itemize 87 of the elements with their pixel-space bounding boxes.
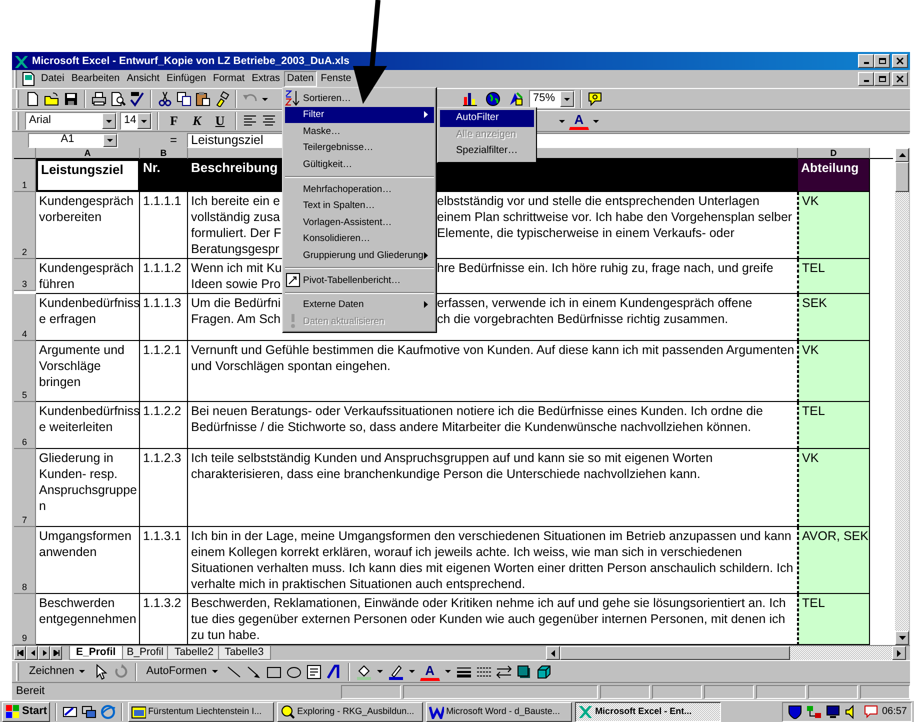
table-cell-text: elbstständig vor und stelle die entsprechenden Unterlagen einem Plan schrittweise vor. Ich habe den Vorgehensplan selber Elemente, die typischerweise in einem Verkaufs- oder xyxy=(437,193,792,242)
menu-item[interactable]: Text in Spalten… xyxy=(285,198,434,214)
taskbar-button[interactable]: Microsoft Word - d_Bauste... xyxy=(426,702,572,722)
start-button[interactable]: Start xyxy=(2,702,50,722)
table-cell-text: hre Bedürfnisse ein. Ich höre ruhig zu, frage nach, und greife xyxy=(437,260,774,277)
table-cell: 1.1.1.1 xyxy=(140,192,188,259)
table-cell: Bei neuen Beratungs- oder Verkaufssituationen notiere ich die Bedürfnisse eines Kunden. Ich ordne die Bedürfnisse / die Stichworte so, dass andere Mitarbeiter die Kundenwünsche nachvollziehen können. xyxy=(188,402,798,449)
table-cell: Kundenbedürfniss e weiterleiten xyxy=(36,402,140,449)
table-cell: AVOR, SEK xyxy=(798,527,870,594)
table-cell: Ich bin in der Lage, meine Umgangsformen den verschiedenen Situationen im Betrieb anzupassen und kann einem Kollegen korrekt erklären, worauf ich jeweils achte. Ich weiss, wie man sich in verschiedenen Situationen verhalten muss. Ich kann dies mit eigenen Worten einer dritten Person anschaulich schildern. Ich verhalte mich in praktischen Situationen auch entsprechend. xyxy=(188,527,798,594)
table-cell: 1.1.2.2 xyxy=(140,402,188,449)
menu-item[interactable]: Datei xyxy=(38,71,68,87)
window-title: Microsoft Excel - Entwurf_Kopie von LZ Betriebe_2003_DuA.xls xyxy=(32,54,350,68)
row-header[interactable]: 8 xyxy=(14,527,36,594)
menu-item[interactable]: AutoFilter xyxy=(440,110,534,126)
table-cell: Kundenbedürfniss e erfragen xyxy=(36,294,140,341)
table-cell: VK xyxy=(798,341,870,402)
menu-item[interactable]: Bearbeiten xyxy=(68,71,123,87)
font-color-button[interactable]: A xyxy=(569,112,589,130)
menu-item[interactable]: Vorlagen-Assistent… xyxy=(285,214,434,231)
table-cell-text: Um die Bedürfni Fragen. Am Sch xyxy=(190,295,282,328)
row-header[interactable]: 4 xyxy=(14,294,36,341)
underline-button[interactable]: U xyxy=(210,112,230,130)
row-header[interactable]: 1 xyxy=(14,159,36,192)
clock: 06:57 xyxy=(882,706,907,718)
table-cell: 1.1.2.3 xyxy=(140,449,188,527)
table-cell-text: erfassen, verwende ich in einem Kundengespräch offene ch die vorgebrachten Bedürfnisse richtig zusammen. xyxy=(437,295,752,328)
menu-item[interactable]: Extras xyxy=(248,71,284,87)
table-cell: TEL xyxy=(798,594,870,645)
draw-menu-button[interactable]: Zeichnen xyxy=(26,664,90,678)
italic-button[interactable]: K xyxy=(187,112,207,130)
row-header[interactable]: 6 xyxy=(14,402,36,449)
table-cell: 1.1.1.3 xyxy=(140,294,188,341)
taskbar-button[interactable]: Exploring - RKG_Ausbildun... xyxy=(277,702,424,722)
table-cell: Vernunft und Gefühle bestimmen die Kaufmotive von Kunden. Auf diese kann ich mit passenden Argumenten und Vorschlägen spontan eingehen. xyxy=(188,341,798,402)
font-size-field[interactable]: 14 xyxy=(120,112,152,130)
table-cell: VK xyxy=(798,192,870,259)
menu-item[interactable]: Einfügen xyxy=(164,71,210,87)
table-cell-text: Ich bereite ein e vollständig zusa formuliert. Der F Beratungsgespr xyxy=(190,193,282,258)
menu-item[interactable]: Externe Daten xyxy=(285,296,434,314)
menu-item[interactable]: Pivot-Tabellenbericht… xyxy=(285,272,434,289)
table-cell: 1.1.1.2 xyxy=(140,259,188,294)
table-cell: SEK xyxy=(798,294,870,341)
taskbar-button[interactable]: Microsoft Excel - Ent... xyxy=(575,702,722,722)
menu-item[interactable]: Gruppierung und Gliederung xyxy=(285,247,434,264)
taskbar-button[interactable]: Fürstentum Liechtenstein I... xyxy=(128,702,274,722)
table-cell: Kundengespräch führen xyxy=(36,259,140,294)
table-cell: TEL xyxy=(798,402,870,449)
menu-item[interactable]: Sortieren… xyxy=(285,90,434,107)
sheet-tab[interactable]: Tabelle2 xyxy=(167,646,221,660)
sheet-tab[interactable]: E_Profil xyxy=(69,646,123,660)
header-cell: Abteilung xyxy=(798,159,870,192)
menu-item[interactable]: Fenste xyxy=(318,71,354,87)
table-cell: TEL xyxy=(798,259,870,294)
table-cell: 1.1.2.1 xyxy=(140,341,188,402)
menu-item[interactable]: Konsolidieren… xyxy=(285,230,434,248)
menu-item[interactable]: Gültigkeit… xyxy=(285,156,434,173)
column-header[interactable]: B xyxy=(140,148,188,159)
header-cell: Leistungsziel xyxy=(36,159,140,192)
table-cell-text: Wenn ich mit Ku Ideen sowie Pro xyxy=(190,260,282,293)
status-text: Bereit xyxy=(16,684,45,698)
column-header[interactable]: A xyxy=(36,148,140,159)
row-header[interactable]: 7 xyxy=(14,449,36,527)
row-header[interactable]: 2 xyxy=(14,192,36,259)
equals-sign: = xyxy=(170,132,178,148)
font-field[interactable]: Arial xyxy=(25,112,117,130)
sheet-tab[interactable]: Tabelle3 xyxy=(218,646,271,660)
menu-item[interactable]: Format xyxy=(210,71,248,87)
column-header[interactable]: D xyxy=(798,148,870,159)
menu-item[interactable]: Filter xyxy=(285,106,434,124)
header-cell: Nr. xyxy=(140,159,188,192)
autoshapes-menu-button[interactable]: AutoFormen xyxy=(143,664,222,678)
menu-item[interactable]: Ansicht xyxy=(124,71,163,87)
table-cell: Umgangsformen anwenden xyxy=(36,527,140,594)
row-header[interactable]: 5 xyxy=(14,341,36,402)
bold-button[interactable]: F xyxy=(164,112,184,130)
zoom-field[interactable]: 75% xyxy=(529,90,575,108)
table-cell: Argumente und Vorschläge bringen xyxy=(36,341,140,402)
table-cell: VK xyxy=(798,449,870,527)
menu-item[interactable]: Daten xyxy=(284,71,317,87)
row-header[interactable]: 9 xyxy=(14,594,36,645)
row-header[interactable]: 3 xyxy=(14,259,36,291)
table-cell: Gliederung in Kunden- resp. Anspruchsgruppe n xyxy=(36,449,140,527)
table-cell: Kundengespräch vorbereiten xyxy=(36,192,140,259)
name-box[interactable]: A1 xyxy=(28,132,118,148)
table-cell: 1.1.3.1 xyxy=(140,527,188,594)
font-color-button[interactable]: A xyxy=(420,662,440,680)
